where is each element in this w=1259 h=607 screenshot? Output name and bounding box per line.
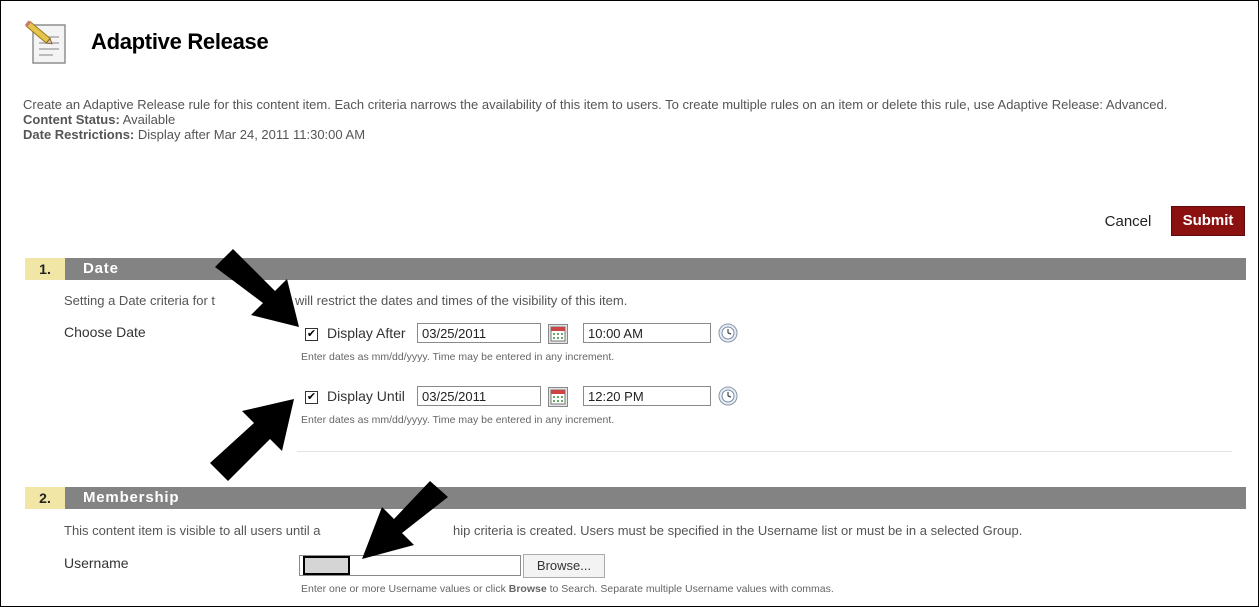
date-help-start: Setting a Date criteria for t [64, 293, 216, 308]
display-after-help: Enter dates as mm/dd/yyyy. Time may be e… [301, 351, 615, 363]
display-until-label: Display Until [327, 388, 405, 404]
black-arrow-icon [210, 399, 294, 481]
content-status-value: Available [122, 112, 176, 127]
display-until-help: Enter dates as mm/dd/yyyy. Time may be e… [301, 414, 615, 426]
black-arrow-icon [362, 481, 448, 559]
username-label: Username [64, 555, 129, 571]
section-number: 2. [25, 487, 65, 509]
date-restrictions: Date Restrictions: Display after Mar 24,… [23, 127, 1233, 142]
calendar-icon[interactable] [548, 387, 568, 407]
date-restrictions-label: Date Restrictions: [23, 127, 135, 142]
intro-description: Create an Adaptive Release rule for this… [23, 97, 1168, 112]
display-until-time-input[interactable]: 12:20 PM [583, 386, 711, 406]
section-divider [297, 451, 1232, 452]
username-input-highlight [303, 556, 350, 575]
submit-button[interactable]: Submit [1171, 206, 1245, 236]
clock-icon[interactable] [718, 323, 738, 343]
display-after-time-input[interactable]: 10:00 AM [583, 323, 711, 343]
display-until-date-input[interactable]: 03/25/2011 [417, 386, 541, 406]
date-help-text: Setting a Date criteria for t [64, 293, 215, 308]
display-after-checkbox[interactable]: ✔ [305, 328, 318, 341]
black-arrow-icon [215, 249, 299, 327]
section-number: 1. [25, 258, 65, 280]
section-header-membership: 2. Membership [25, 487, 1246, 509]
section-title: Date [83, 260, 119, 277]
clock-icon[interactable] [718, 386, 738, 406]
cancel-button[interactable]: Cancel [1093, 210, 1163, 234]
choose-date-label: Choose Date [64, 324, 146, 340]
date-restrictions-value: Display after Mar 24, 2011 11:30:00 AM [137, 127, 366, 142]
content-status-label: Content Status: [23, 112, 120, 127]
username-help: Enter one or more Username values or cli… [301, 583, 834, 595]
adaptive-release-page: Adaptive Release Create an Adaptive Rele… [0, 0, 1259, 607]
section-header-date: 1. Date [25, 258, 1246, 280]
intro-panel: Create an Adaptive Release rule for this… [23, 97, 1233, 142]
username-help-bold: Browse [508, 583, 547, 595]
content-status: Content Status: Available [23, 112, 1233, 127]
display-until-checkbox[interactable]: ✔ [305, 391, 318, 404]
section-title: Membership [83, 489, 180, 506]
page-title: Adaptive Release [91, 29, 269, 54]
date-help-text-end: will restrict the dates and times of the… [295, 293, 628, 308]
page-edit-icon [24, 20, 66, 64]
display-after-label: Display After [327, 325, 406, 341]
display-after-date-input[interactable]: 03/25/2011 [417, 323, 541, 343]
membership-help-end: hip criteria is created. Users must be s… [453, 523, 1023, 538]
calendar-icon[interactable] [548, 324, 568, 344]
browse-button[interactable]: Browse... [523, 554, 605, 578]
username-help-prefix: Enter one or more Username values or cli… [301, 583, 509, 595]
membership-help-start: This content item is visible to all user… [64, 523, 321, 538]
username-help-suffix: to Search. Separate multiple Username va… [546, 583, 834, 595]
